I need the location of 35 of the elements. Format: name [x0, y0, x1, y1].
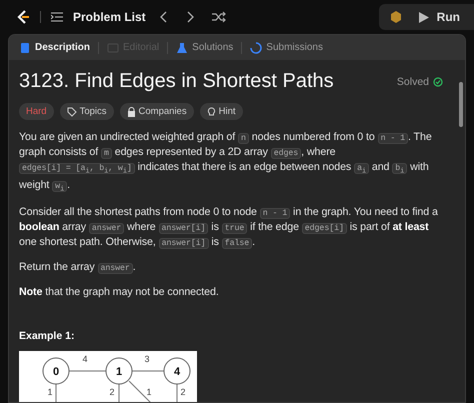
- lock-icon: [126, 106, 136, 116]
- graph-node: 4: [164, 358, 190, 385]
- graph-edge: 1: [48, 384, 56, 402]
- badge-icon[interactable]: [388, 10, 403, 24]
- scrollbar[interactable]: [459, 82, 463, 127]
- document-icon: [19, 42, 31, 54]
- tab[interactable]: Solutions: [174, 42, 236, 54]
- check-circle-icon: [433, 76, 443, 86]
- graph-edge: 4: [68, 354, 106, 372]
- lightbulb-icon: [206, 106, 216, 116]
- tag-button[interactable]: Companies: [120, 103, 194, 120]
- logo-icon[interactable]: [16, 9, 30, 25]
- flask-icon: [176, 42, 188, 54]
- difficulty-label: Hard: [19, 103, 54, 120]
- graph-node: 1: [106, 358, 132, 385]
- tab[interactable]: Description: [17, 42, 92, 54]
- solved-status: Solved: [396, 76, 443, 88]
- tag-button[interactable]: Topics: [60, 103, 114, 120]
- graph-edge: 3: [132, 354, 164, 372]
- paragraph: You are given an undirected weighted graph of n nodes numbered from 0 to n - 1 . The graph consists of m edges represented by a 2D array edges , where edges[i] = [a$_{i}$, b$_{i}$, w$_{i}$] indicates that there is an edge between nodes a$_{i}$ and b$_{i}$ with weight w$_{i}$ .: [19, 130, 433, 196]
- play-icon: [418, 12, 429, 22]
- problem-list-title[interactable]: Problem List: [73, 10, 146, 24]
- tab[interactable]: Submissions: [248, 42, 325, 54]
- graph-node: 0: [42, 358, 70, 385]
- list-icon[interactable]: [51, 12, 63, 22]
- history-icon: [250, 42, 262, 54]
- paragraph: Note that the graph may not be connected.: [19, 285, 220, 300]
- tag-button[interactable]: Hint: [200, 103, 242, 120]
- graph-edge: 2: [110, 384, 120, 402]
- problem-title: 3123. Find Edges in Shortest Paths: [19, 70, 334, 93]
- example-heading: Example 1:: [19, 330, 76, 342]
- paragraph: Return the array answer .: [19, 260, 137, 276]
- tag-icon: [66, 106, 77, 116]
- graph-edge: 2: [176, 384, 186, 402]
- paragraph: Consider all the shortest paths from node 0 to node n - 1 in the graph. You need to find a boolean array answer where answer[i] is true if the edge edges[i] is part of at least one shortest path. Otherwise, answer[i] is false .: [19, 205, 439, 250]
